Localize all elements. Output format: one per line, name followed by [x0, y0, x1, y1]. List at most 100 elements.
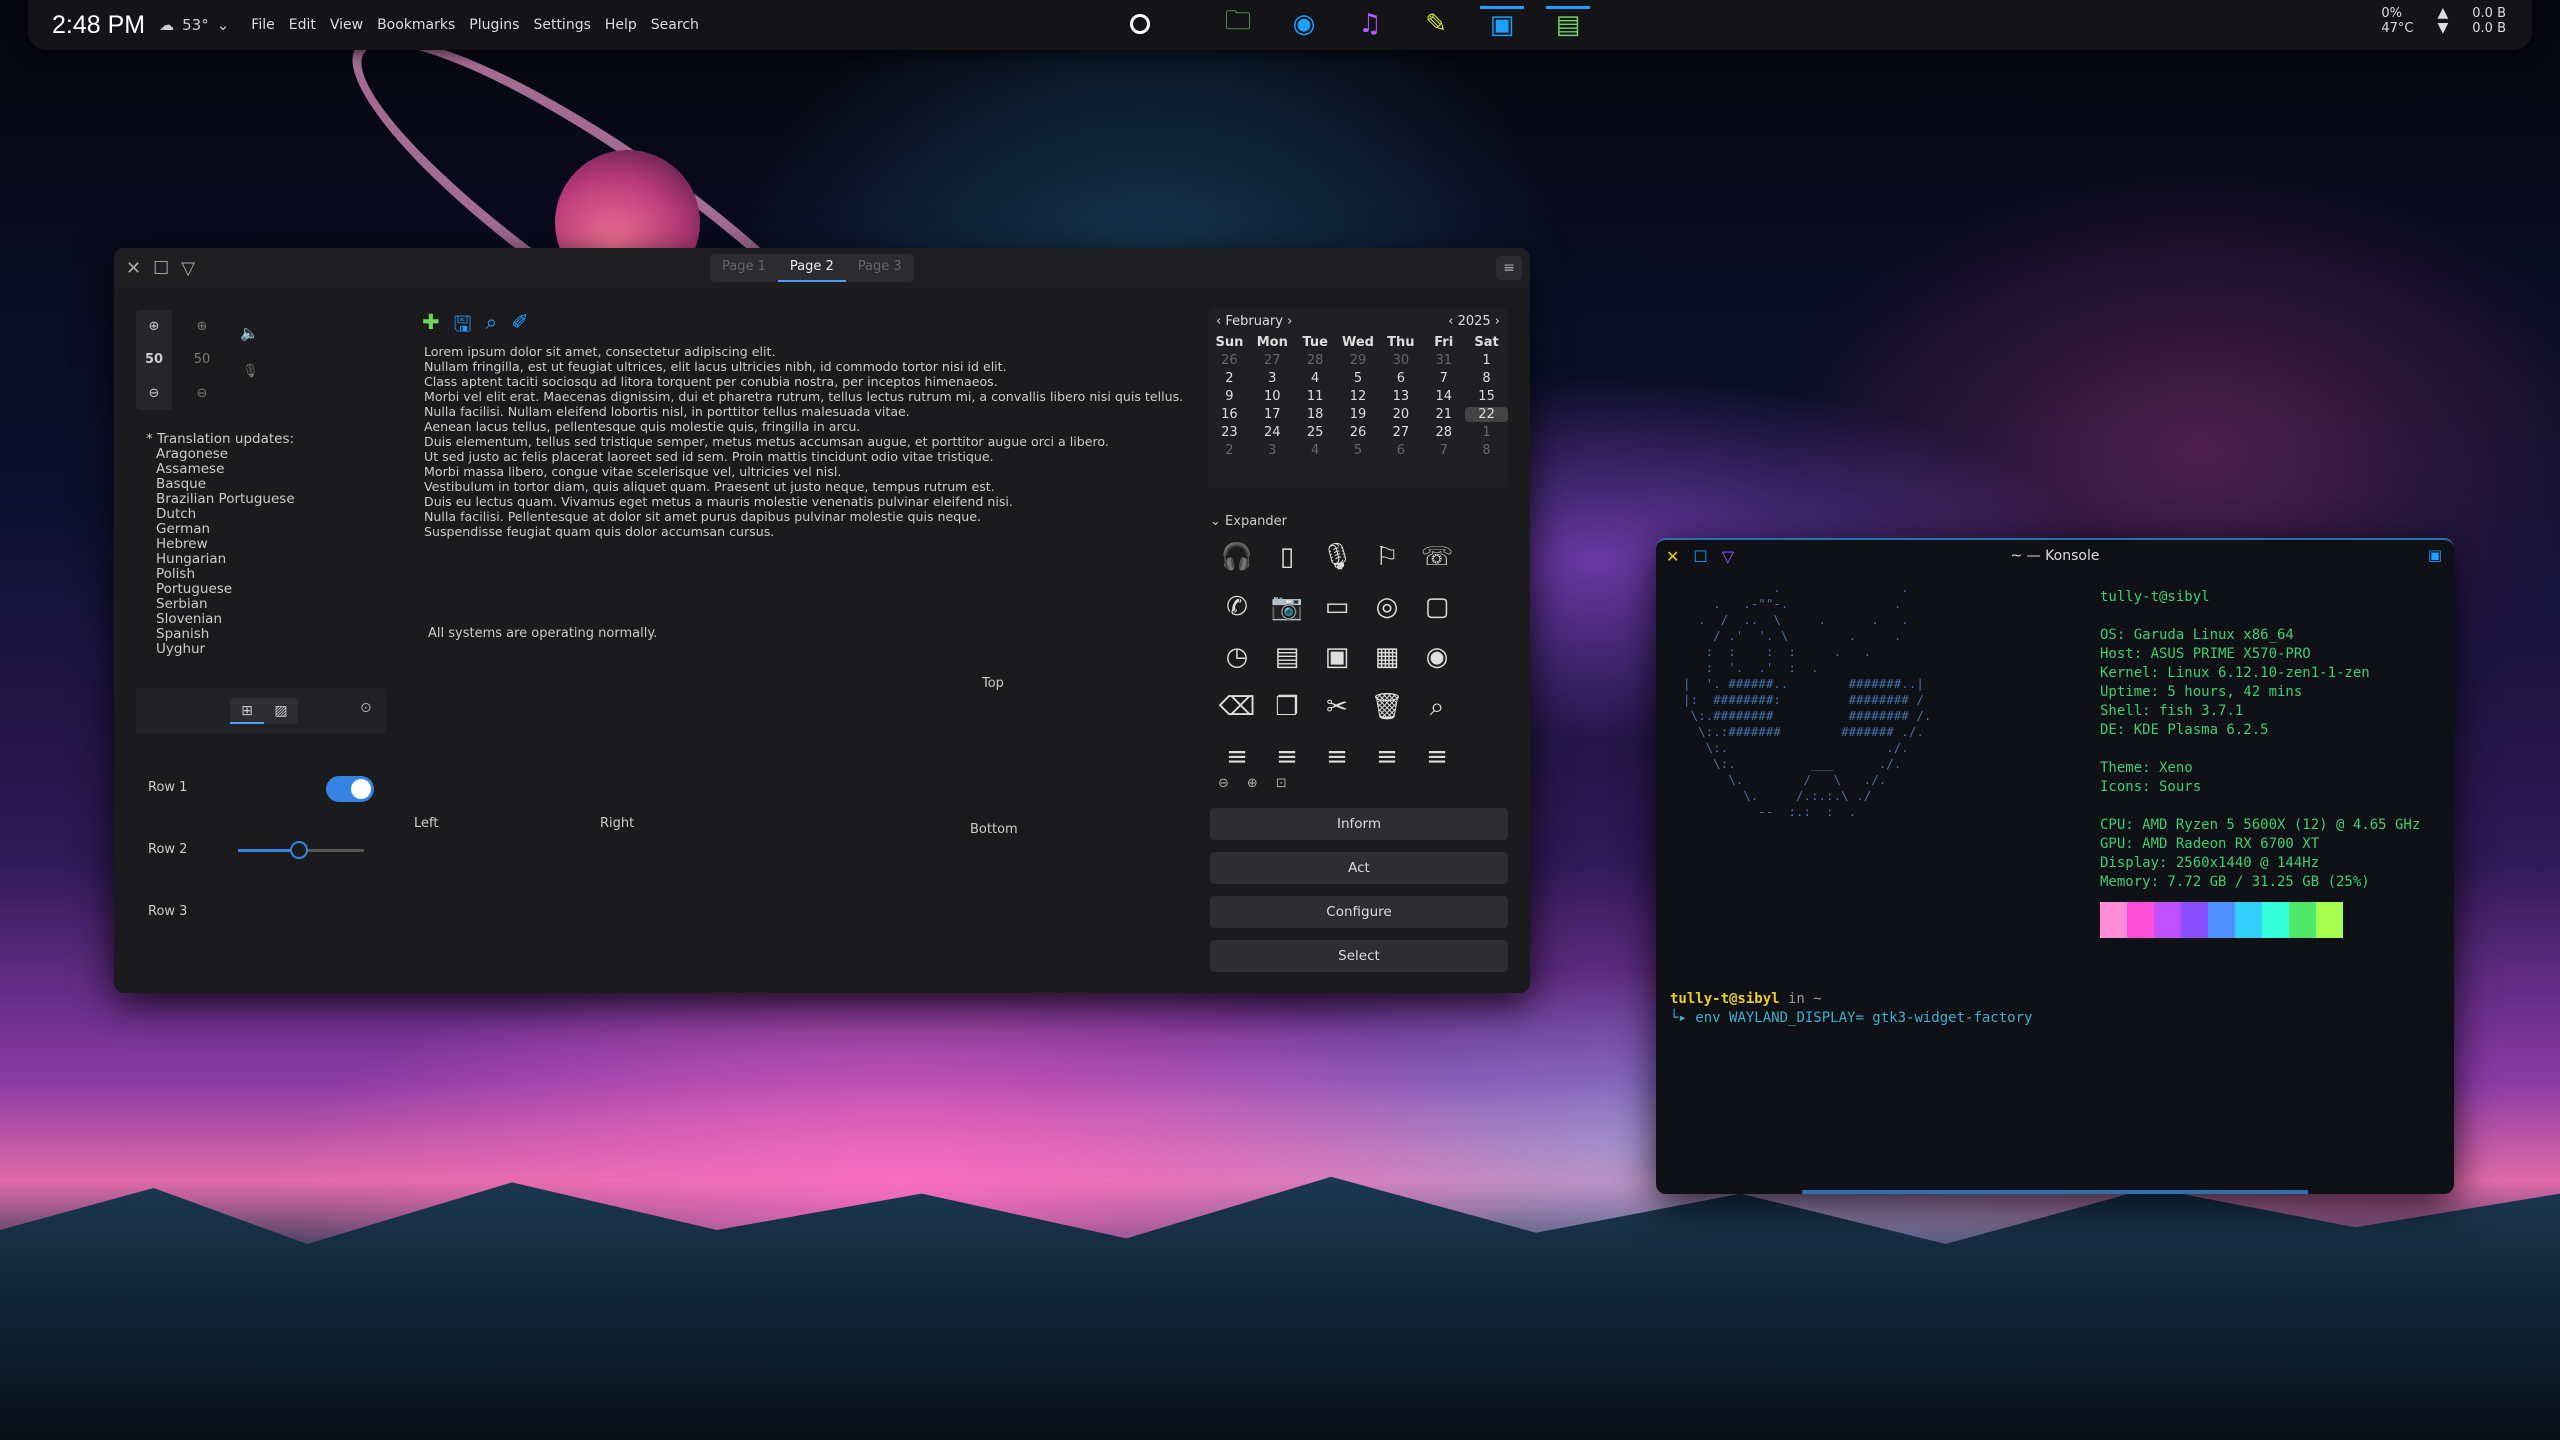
calendar-day[interactable]: 16	[1208, 407, 1251, 422]
find-icon[interactable]: ⌕	[1412, 692, 1462, 728]
calendar-day[interactable]: 6	[1379, 443, 1422, 458]
calendar-day[interactable]: 1	[1465, 425, 1508, 440]
scanner-icon[interactable]: ▣	[1312, 642, 1362, 678]
menu-edit[interactable]: Edit	[289, 17, 316, 33]
calendar-day[interactable]: 1	[1465, 353, 1508, 368]
calendar-day[interactable]: 24	[1251, 425, 1294, 440]
zoom-fit-icon[interactable]: ⊡	[1276, 776, 1287, 791]
grid-view-icon[interactable]: ⊞	[230, 698, 264, 724]
headphones-icon[interactable]: 🎧	[1212, 542, 1262, 578]
terminal-icon[interactable]: ▣	[1480, 6, 1524, 44]
calendar-day[interactable]: 19	[1337, 407, 1380, 422]
webcam-icon[interactable]: ◎	[1362, 592, 1412, 628]
calendar-day[interactable]: 4	[1294, 371, 1337, 386]
music-icon[interactable]: ♫	[1348, 6, 1392, 44]
calendar-day[interactable]: 28	[1294, 353, 1337, 368]
menu-plugins[interactable]: Plugins	[469, 17, 519, 33]
menu-search[interactable]: Search	[651, 17, 699, 33]
minimize-icon[interactable]: ▽	[181, 258, 195, 279]
menu-view[interactable]: View	[330, 17, 363, 33]
calendar-day[interactable]: 27	[1251, 353, 1294, 368]
search-icon[interactable]: ⌕	[486, 310, 498, 345]
month-selector[interactable]: ‹ February ›	[1216, 314, 1292, 329]
microphone-icon[interactable]: 🎙	[242, 364, 259, 379]
save-icon[interactable]: 🖫	[454, 310, 472, 345]
calendar-day[interactable]: 10	[1251, 389, 1294, 404]
calendar-day[interactable]: 12	[1337, 389, 1380, 404]
maximize-icon[interactable]: ☐	[153, 258, 169, 279]
calendar-day[interactable]: 4	[1294, 443, 1337, 458]
menu-help[interactable]: Help	[605, 17, 637, 33]
shell-prompt[interactable]: tully-t@sibyl in ~ └▸ env WAYLAND_DISPLA…	[1670, 990, 2032, 1028]
calendar-day[interactable]: 21	[1422, 407, 1465, 422]
calendar-day[interactable]: 26	[1208, 353, 1251, 368]
calendar-day[interactable]: 2	[1208, 371, 1251, 386]
calendar-day[interactable]: 23	[1208, 425, 1251, 440]
justify-fill-icon[interactable]: ≡	[1212, 742, 1262, 778]
spin-button[interactable]: ⊕ 50 ⊖	[136, 310, 172, 410]
calendar-day[interactable]: 8	[1465, 371, 1508, 386]
calendar-day[interactable]: 7	[1422, 371, 1465, 386]
align-left-icon[interactable]: ≡	[1312, 742, 1362, 778]
calendar-day[interactable]: 5	[1337, 371, 1380, 386]
calendar-day[interactable]: 20	[1379, 407, 1422, 422]
select-button[interactable]: Select	[1210, 940, 1508, 972]
folder-icon[interactable]: 🗀	[1216, 6, 1260, 44]
lorem-text-view[interactable]: Lorem ipsum dolor sit amet, consectetur …	[424, 344, 1199, 539]
calendar-day[interactable]: 3	[1251, 371, 1294, 386]
calendar-day[interactable]: 2	[1208, 443, 1251, 458]
speaker-icon[interactable]: ▯	[1262, 542, 1312, 578]
settings-icon[interactable]: ⊙	[360, 700, 372, 716]
zoom-in-icon[interactable]: ⊕	[1247, 776, 1258, 791]
calendar-day[interactable]: 3	[1251, 443, 1294, 458]
document-icon[interactable]: ▢	[1412, 592, 1462, 628]
calendar-grid[interactable]: Sun Mon Tue Wed Thu Fri Sat 26 27 28 29 30 31…	[1208, 335, 1508, 458]
calendar-day[interactable]: 18	[1294, 407, 1337, 422]
edit-icon[interactable]: ✐	[511, 310, 529, 345]
phone-icon[interactable]: ☏	[1412, 542, 1462, 578]
align-right-icon[interactable]: ≡	[1362, 742, 1412, 778]
call-icon[interactable]: ✆	[1212, 592, 1262, 628]
calendar-day[interactable]: 25	[1294, 425, 1337, 440]
calendar-day-selected[interactable]: 22	[1465, 407, 1508, 422]
text-editor-icon[interactable]: ▤	[1546, 6, 1590, 44]
calendar-day[interactable]: 30	[1379, 353, 1422, 368]
add-icon[interactable]: ✚	[422, 310, 440, 345]
weather-widget[interactable]: ☁ 53° ⌄	[159, 16, 229, 34]
minus-icon[interactable]: ⊖	[136, 386, 172, 401]
notes-icon[interactable]: ✎	[1414, 6, 1458, 44]
calendar-day[interactable]: 9	[1208, 389, 1251, 404]
microphone-icon[interactable]: 🎙	[1312, 542, 1362, 578]
terminal-menu-icon[interactable]: ▣	[2428, 546, 2442, 564]
disc-icon[interactable]: ◉	[1412, 642, 1462, 678]
calendar-day[interactable]: 17	[1251, 407, 1294, 422]
calendar-day[interactable]: 11	[1294, 389, 1337, 404]
close-icon[interactable]: ✕	[126, 258, 141, 279]
menu-icon[interactable]: ≡	[1496, 256, 1522, 280]
calendar-day[interactable]: 6	[1379, 371, 1422, 386]
calendar-day[interactable]: 14	[1422, 389, 1465, 404]
volume-icon[interactable]: 🔈	[240, 324, 259, 342]
clock[interactable]: 2:48 PM	[52, 11, 145, 40]
video-camera-icon[interactable]: ▭	[1312, 592, 1362, 628]
menu-bookmarks[interactable]: Bookmarks	[377, 17, 455, 33]
configure-button[interactable]: Configure	[1210, 896, 1508, 928]
chevron-down-icon[interactable]: ⌄	[217, 16, 230, 34]
network-speed[interactable]: 0.0 B 0.0 B	[2472, 6, 2506, 36]
calendar-day[interactable]: 31	[1422, 353, 1465, 368]
camera-icon[interactable]: 📷	[1262, 592, 1312, 628]
tab-page-3[interactable]: Page 3	[846, 254, 914, 282]
bookmark-icon[interactable]: ⚐	[1362, 542, 1412, 578]
calendar-day[interactable]: 27	[1379, 425, 1422, 440]
menu-file[interactable]: File	[251, 17, 274, 33]
record-icon[interactable]	[1130, 14, 1150, 34]
clock-icon[interactable]: ◷	[1212, 642, 1262, 678]
tab-page-1[interactable]: Page 1	[710, 254, 778, 282]
image-view-icon[interactable]: ▨	[264, 698, 298, 724]
printer-icon[interactable]: ▦	[1362, 642, 1412, 678]
delete-icon[interactable]: 🗑	[1362, 692, 1412, 728]
calendar-day[interactable]: 13	[1379, 389, 1422, 404]
calendar-day[interactable]: 5	[1337, 443, 1380, 458]
align-center-icon[interactable]: ≡	[1262, 742, 1312, 778]
menu-settings[interactable]: Settings	[533, 17, 590, 33]
